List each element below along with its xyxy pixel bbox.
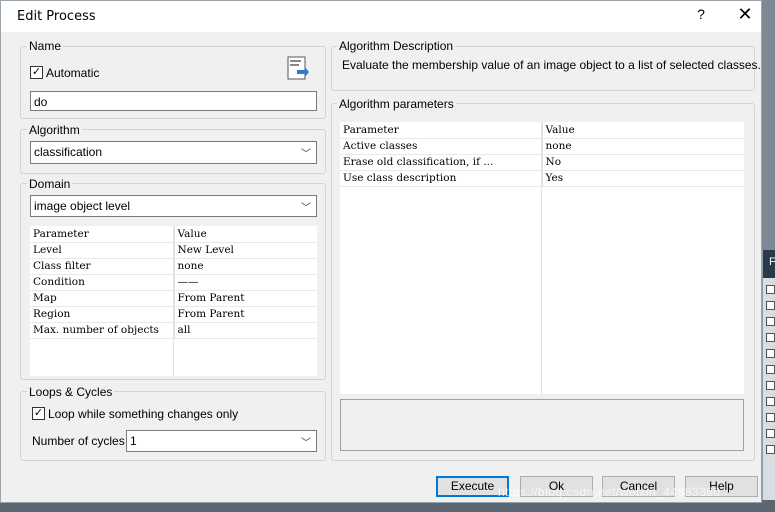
background-checkbox [766, 285, 775, 294]
document-edit-icon[interactable] [287, 56, 309, 82]
background-checkbox [766, 397, 775, 406]
column-header: Value [542, 122, 744, 139]
algorithm-select-value: classification [34, 145, 103, 159]
loop-label: Loop while something changes only [48, 407, 239, 421]
table-row[interactable]: Max. number of objects all [30, 322, 317, 339]
background-checkbox [766, 413, 775, 422]
algorithm-parameter-grid[interactable]: Parameter Value Active classes none Eras… [340, 122, 744, 394]
table-row[interactable]: Use class description Yes [340, 170, 744, 187]
parameter-cell: Region [30, 306, 175, 323]
description-text: Evaluate the membership value of an imag… [342, 58, 761, 72]
domain-group-label: Domain [27, 177, 73, 191]
domain-parameter-grid[interactable]: Parameter Value Level New Level Class fi… [30, 226, 317, 376]
table-row[interactable]: Map From Parent [30, 290, 317, 307]
parameter-cell: Erase old classification, if ... [340, 154, 543, 171]
table-row[interactable]: Region From Parent [30, 306, 317, 323]
value-cell[interactable]: From Parent [174, 290, 317, 307]
automatic-label: Automatic [46, 66, 100, 80]
automatic-checkbox[interactable]: ✓ [30, 66, 43, 79]
table-row[interactable]: Condition —— [30, 274, 317, 291]
value-cell[interactable]: none [542, 138, 744, 155]
table-header-row: Parameter Value [340, 122, 744, 139]
algorithm-select[interactable]: classification ﹀ [30, 141, 317, 164]
value-cell[interactable]: New Level [174, 242, 317, 259]
watermark: https://blog.csdn.net/weixin_44683380 [498, 485, 721, 499]
parameter-cell: Condition [30, 274, 175, 291]
table-header-row: Parameter Value [30, 226, 317, 243]
table-row[interactable]: Erase old classification, if ... No [340, 154, 744, 171]
parameter-cell: Use class description [340, 170, 543, 187]
cycles-label: Number of cycles [32, 434, 125, 448]
parameter-cell: Max. number of objects [30, 322, 175, 339]
title-bar: Edit Process ? ✕ [1, 1, 761, 32]
description-group-label: Algorithm Description [337, 39, 456, 53]
table-row[interactable]: Active classes none [340, 138, 744, 155]
cycles-select-value: 1 [130, 434, 137, 448]
algorithm-group-label: Algorithm [27, 123, 82, 137]
background-checkbox [766, 301, 775, 310]
parameters-group-label: Algorithm parameters [337, 97, 456, 111]
background-checkbox [766, 349, 775, 358]
value-cell[interactable]: —— [174, 274, 317, 291]
loop-checkbox[interactable]: ✓ [32, 407, 45, 420]
name-input[interactable]: do [30, 91, 317, 111]
parameter-cell: Map [30, 290, 175, 307]
domain-select[interactable]: image object level ﹀ [30, 195, 317, 217]
domain-select-value: image object level [34, 199, 131, 213]
column-header: Value [174, 226, 317, 243]
background-window-header: F [763, 250, 775, 278]
parameter-help-panel [340, 399, 744, 451]
column-header: Parameter [340, 122, 543, 139]
background-checkbox [766, 317, 775, 326]
background-checkbox [766, 365, 775, 374]
edit-process-dialog: Edit Process ? ✕ Name ✓ Automatic do Alg… [0, 0, 762, 503]
loops-group-label: Loops & Cycles [27, 385, 115, 399]
value-cell[interactable]: all [174, 322, 317, 339]
chevron-down-icon: ﹀ [301, 149, 311, 160]
background-checkbox [766, 429, 775, 438]
name-group-label: Name [27, 39, 64, 53]
background-checkbox [766, 381, 775, 390]
parameter-cell: Class filter [30, 258, 175, 275]
value-cell[interactable]: No [542, 154, 744, 171]
help-icon[interactable]: ? [693, 6, 709, 22]
table-row[interactable]: Class filter none [30, 258, 317, 275]
chevron-down-icon: ﹀ [301, 438, 311, 449]
dialog-title: Edit Process [17, 9, 96, 24]
value-cell[interactable]: Yes [542, 170, 744, 187]
value-cell[interactable]: From Parent [174, 306, 317, 323]
parameter-cell: Level [30, 242, 175, 259]
background-checkbox [766, 445, 775, 454]
value-cell[interactable]: none [174, 258, 317, 275]
parameter-cell: Active classes [340, 138, 543, 155]
background-checkbox [766, 333, 775, 342]
background-window: F [762, 250, 775, 512]
close-icon[interactable]: ✕ [735, 4, 755, 25]
table-row[interactable]: Level New Level [30, 242, 317, 259]
cycles-select[interactable]: 1 ﹀ [126, 430, 317, 452]
chevron-down-icon: ﹀ [301, 203, 311, 214]
column-header: Parameter [30, 226, 175, 243]
